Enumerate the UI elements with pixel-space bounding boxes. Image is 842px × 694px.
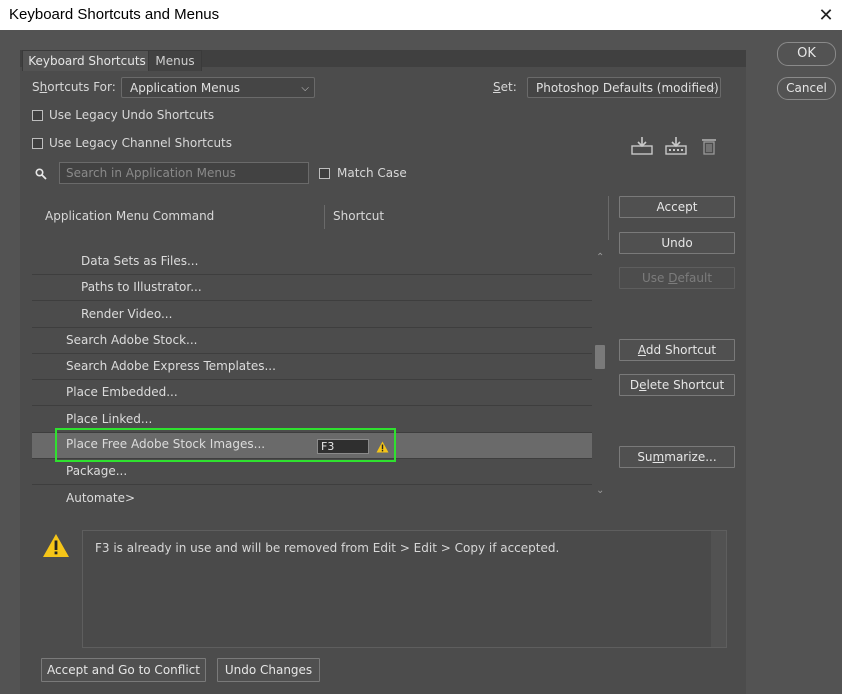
row-label: Package... [66,464,128,478]
row-label: Render Video... [81,307,173,321]
legacy-channel-checkbox[interactable] [32,138,43,149]
legacy-undo-label: Use Legacy Undo Shortcuts [49,108,215,122]
row-label: Data Sets as Files... [81,254,199,268]
search-input[interactable]: Search in Application Menus [59,162,309,184]
delete-shortcut-button[interactable]: Delete Shortcut [619,374,735,396]
save-set-as-icon[interactable] [665,136,687,156]
list-scrollbar[interactable]: ⌃ ⌄ [593,249,608,505]
window-title: Keyboard Shortcuts and Menus [9,6,220,23]
search-icon [35,168,47,180]
legacy-channel-label: Use Legacy Channel Shortcuts [49,136,233,150]
match-case-label: Match Case [337,166,407,180]
add-shortcut-button[interactable]: Add Shortcut [619,339,735,361]
shortcuts-for-value: Application Menus [130,81,241,95]
table-row[interactable]: Package... [32,459,592,485]
column-command-header[interactable]: Application Menu Command [45,209,214,223]
table-row[interactable]: Paths to Illustrator... [32,275,592,301]
accept-and-go-to-conflict-button[interactable]: Accept and Go to Conflict [41,658,206,682]
chevron-down-icon: ⌵ [707,83,715,94]
undo-changes-button[interactable]: Undo Changes [217,658,320,682]
chevron-up-icon[interactable]: ⌃ [596,252,604,263]
chevron-down-icon[interactable]: ⌄ [596,485,604,496]
table-row[interactable]: Automate> [32,486,592,505]
accept-button[interactable]: Accept [619,196,735,218]
column-separator [608,196,609,240]
conflict-message: F3 is already in use and will be removed… [95,541,560,555]
chevron-down-icon: ⌵ [301,83,309,94]
undo-button[interactable]: Undo [619,232,735,254]
tab-menus[interactable]: Menus [148,50,202,71]
match-case-checkbox[interactable] [319,168,330,179]
title-bar: Keyboard Shortcuts and Menus ✕ [0,0,842,30]
warning-icon [43,534,69,557]
set-select[interactable]: Photoshop Defaults (modified) ⌵ [527,77,721,98]
column-separator [324,205,325,229]
summarize-button[interactable]: Summarize... [619,446,735,468]
row-label: Search Adobe Express Templates... [66,359,276,373]
cancel-button[interactable]: Cancel [777,77,836,100]
highlight-box [55,428,396,462]
use-default-button[interactable]: Use Default [619,267,735,289]
search-placeholder: Search in Application Menus [66,166,236,180]
command-list: Data Sets as Files... Paths to Illustrat… [32,249,592,505]
scrollbar-thumb[interactable] [595,345,605,369]
message-scrollbar[interactable] [711,531,726,647]
row-label: Place Embedded... [66,385,178,399]
legacy-undo-checkbox[interactable] [32,110,43,121]
table-row[interactable]: Search Adobe Express Templates... [32,354,592,380]
save-set-icon[interactable] [631,136,653,156]
set-label: Set: [493,80,517,94]
set-value: Photoshop Defaults (modified) [536,81,719,95]
shortcuts-for-select[interactable]: Application Menus ⌵ [121,77,315,98]
table-row[interactable]: Render Video... [32,302,592,328]
table-row[interactable]: Data Sets as Files... [32,249,592,275]
row-label: Place Linked... [66,412,153,426]
row-label: Paths to Illustrator... [81,280,202,294]
row-label: Search Adobe Stock... [66,333,198,347]
tab-keyboard-shortcuts[interactable]: Keyboard Shortcuts [22,50,152,71]
close-icon[interactable]: ✕ [814,3,838,27]
table-row[interactable]: Search Adobe Stock... [32,328,592,354]
table-row[interactable]: Place Embedded... [32,380,592,406]
trash-icon[interactable] [700,137,718,155]
column-shortcut-header[interactable]: Shortcut [333,209,384,223]
row-label: Automate> [66,491,136,505]
ok-button[interactable]: OK [777,42,836,66]
shortcuts-for-label: Shortcuts For: [32,80,116,94]
